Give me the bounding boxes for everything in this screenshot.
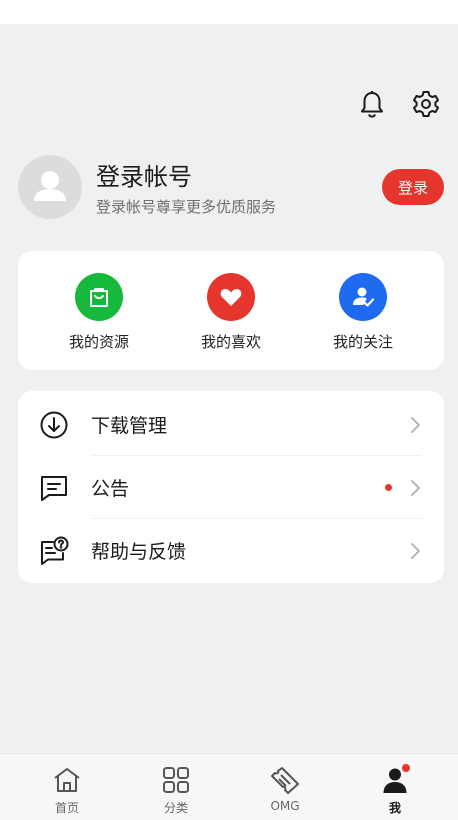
chevron-right-icon bbox=[411, 479, 420, 496]
header-actions bbox=[356, 88, 442, 120]
bell-icon[interactable] bbox=[356, 88, 388, 120]
user-avatar-icon[interactable] bbox=[18, 155, 82, 219]
quick-action-likes[interactable]: 我的喜欢 bbox=[176, 273, 286, 352]
home-icon bbox=[54, 768, 80, 792]
tab-category[interactable]: 分类 bbox=[146, 766, 206, 816]
profile-title[interactable]: 登录帐号 bbox=[96, 157, 192, 192]
tab-label: 我 bbox=[388, 801, 401, 815]
quick-action-label: 我的资源 bbox=[68, 333, 129, 351]
quick-action-label: 我的关注 bbox=[332, 333, 393, 351]
user-check-icon bbox=[339, 273, 387, 321]
menu-item-downloads[interactable]: 下载管理 bbox=[18, 393, 444, 456]
notification-badge bbox=[402, 764, 410, 772]
shopping-bag-icon bbox=[75, 273, 123, 321]
profile-subtitle: 登录帐号尊享更多优质服务 bbox=[96, 198, 277, 216]
tab-label: OMG bbox=[270, 799, 300, 813]
gear-icon[interactable] bbox=[410, 88, 442, 120]
menu-item-help[interactable]: 帮助与反馈 bbox=[18, 519, 444, 582]
menu-item-label: 帮助与反馈 bbox=[91, 541, 187, 563]
quick-action-follows[interactable]: 我的关注 bbox=[308, 273, 418, 352]
menu-card: 下载管理 公告 帮助与反馈 bbox=[18, 391, 444, 583]
tab-me[interactable]: 我 bbox=[365, 764, 425, 816]
ticket-icon bbox=[271, 767, 299, 794]
chevron-right-icon bbox=[411, 416, 420, 433]
grid-icon bbox=[163, 767, 189, 793]
profile-section: 登录帐号 登录帐号尊享更多优质服务 登录 bbox=[18, 155, 444, 221]
download-icon bbox=[38, 409, 70, 441]
menu-item-announcements[interactable]: 公告 bbox=[18, 456, 444, 519]
tab-label: 首页 bbox=[54, 801, 79, 815]
status-bar bbox=[0, 0, 458, 24]
tab-omg[interactable]: OMG bbox=[255, 766, 315, 813]
quick-action-label: 我的喜欢 bbox=[200, 333, 261, 351]
login-button[interactable]: 登录 bbox=[382, 169, 444, 205]
menu-item-label: 下载管理 bbox=[91, 415, 168, 437]
bottom-tab-bar: 首页 分类 OMG 我 bbox=[0, 753, 458, 820]
menu-item-label: 公告 bbox=[91, 478, 130, 500]
unread-dot bbox=[385, 484, 392, 491]
heart-icon bbox=[207, 273, 255, 321]
tab-label: 分类 bbox=[163, 801, 188, 815]
tab-home[interactable]: 首页 bbox=[37, 766, 97, 816]
message-icon bbox=[38, 472, 70, 504]
quick-actions-card: 我的资源 我的喜欢 我的关注 bbox=[18, 251, 444, 370]
chevron-right-icon bbox=[411, 542, 420, 559]
help-chat-icon bbox=[38, 535, 70, 567]
quick-action-resources[interactable]: 我的资源 bbox=[44, 273, 154, 352]
